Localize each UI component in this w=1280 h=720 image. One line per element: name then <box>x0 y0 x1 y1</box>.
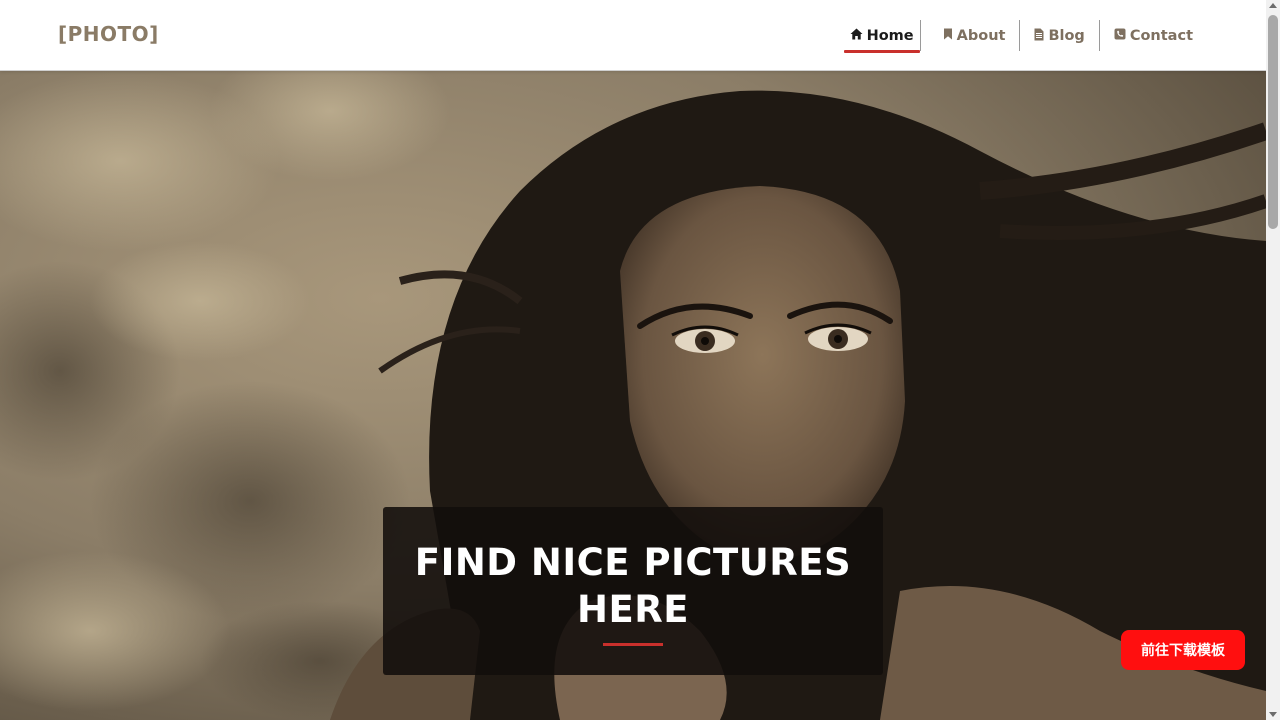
nav-item-blog[interactable]: Blog <box>1020 20 1100 51</box>
nav-item-about[interactable]: About <box>929 20 1021 51</box>
hero-banner: FIND NICE PICTURES HERE <box>0 71 1266 720</box>
scroll-thumb[interactable] <box>1268 15 1278 229</box>
phone-icon <box>1114 28 1126 43</box>
site-logo[interactable]: [PHOTO] <box>58 22 159 46</box>
page-scrollbar[interactable] <box>1266 0 1280 720</box>
nav-item-contact[interactable]: Contact <box>1100 20 1208 51</box>
hero-caption: FIND NICE PICTURES HERE <box>383 507 883 675</box>
nav-label-contact: Contact <box>1129 27 1193 44</box>
scroll-up-arrow-icon[interactable] <box>1269 3 1277 8</box>
nav-item-home[interactable]: Home <box>843 20 921 53</box>
home-icon <box>850 28 863 43</box>
nav-label-about: About <box>956 27 1006 44</box>
scroll-down-arrow-icon[interactable] <box>1269 712 1277 717</box>
document-icon <box>1034 28 1044 44</box>
title-underline <box>603 643 663 646</box>
nav-label-home: Home <box>866 27 914 44</box>
download-template-button[interactable]: 前往下载模板 <box>1121 630 1245 670</box>
hero-title: FIND NICE PICTURES HERE <box>414 541 852 631</box>
bookmark-icon <box>943 28 953 43</box>
top-navbar: [PHOTO] Home About Blog Contact <box>0 0 1266 71</box>
main-nav: Home About Blog Contact <box>843 20 1208 53</box>
nav-label-blog: Blog <box>1048 27 1085 44</box>
